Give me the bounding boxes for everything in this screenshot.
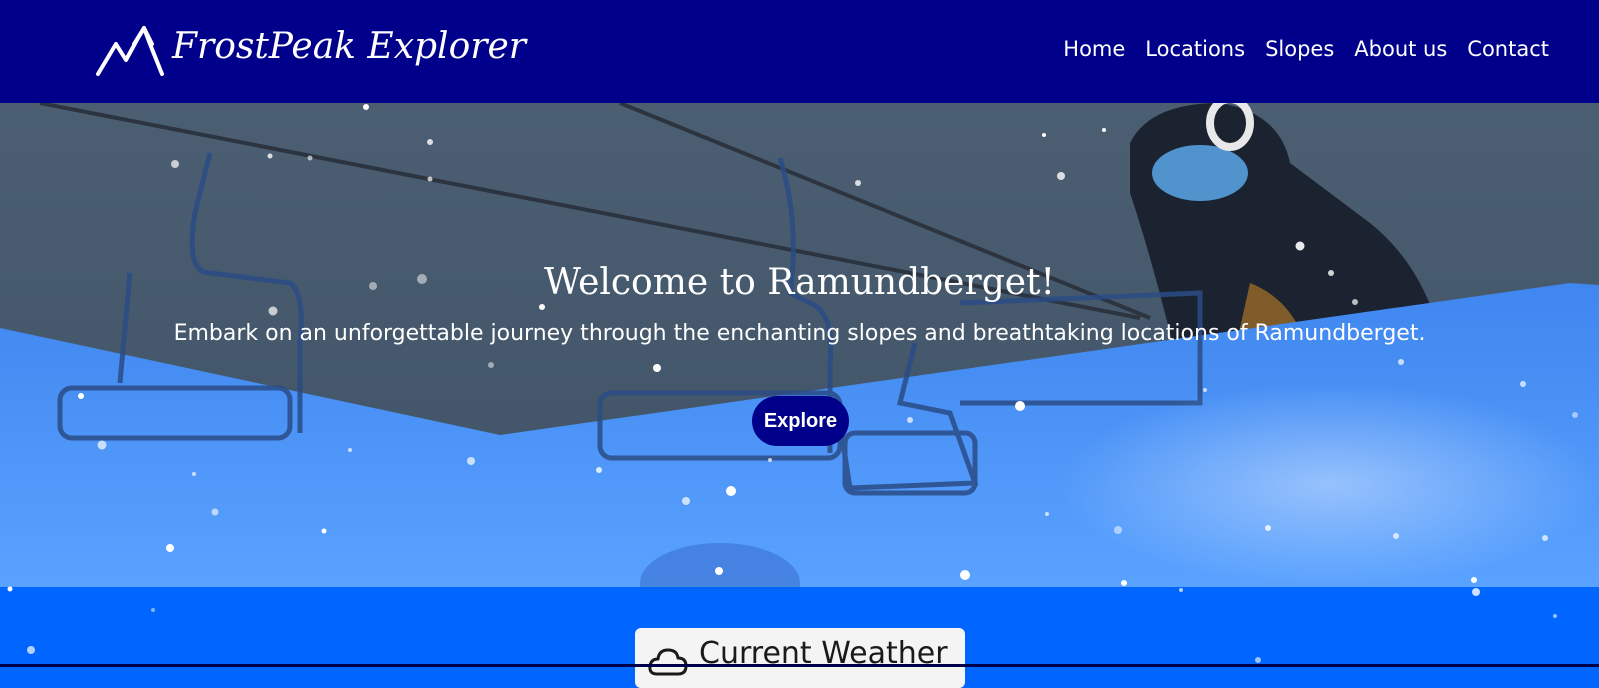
nav-home-link[interactable]: Home: [1063, 37, 1125, 61]
site-header: FrostPeak Explorer Home Locations Slopes…: [0, 0, 1599, 103]
nav-contact-link[interactable]: Contact: [1467, 37, 1549, 61]
site-logo[interactable]: FrostPeak Explorer: [94, 22, 526, 78]
nav-about-link[interactable]: About us: [1354, 37, 1447, 61]
explore-button[interactable]: Explore: [752, 396, 849, 446]
brand-name: FrostPeak Explorer: [172, 25, 526, 67]
nav-locations-link[interactable]: Locations: [1145, 37, 1245, 61]
cloud-icon: [648, 648, 688, 676]
hero-subtitle: Embark on an unforgettable journey throu…: [173, 321, 1426, 346]
current-weather-card[interactable]: Current Weather: [635, 628, 965, 688]
hero-section: Welcome to Ramundberget! Embark on an un…: [0, 103, 1599, 587]
mountain-icon: [96, 26, 164, 76]
hero-title: Welcome to Ramundberget!: [544, 262, 1055, 303]
main-nav: Home Locations Slopes About us Contact: [1063, 37, 1549, 61]
nav-slopes-link[interactable]: Slopes: [1265, 37, 1334, 61]
